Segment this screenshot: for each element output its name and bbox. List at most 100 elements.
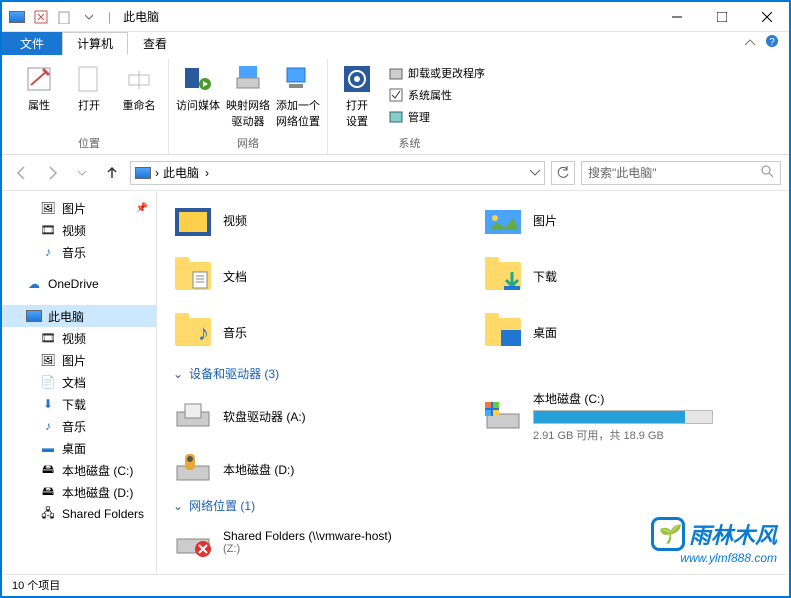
properties-button[interactable]: 属性 (16, 63, 62, 113)
network-drive-z[interactable]: Shared Folders (\\vmware-host) (Z:) (173, 522, 423, 562)
music-icon: ♪ (40, 419, 56, 433)
search-icon (760, 164, 774, 181)
desktop-icon: ▬ (40, 441, 56, 455)
open-settings-button[interactable]: 打开 设置 (334, 63, 380, 129)
status-bar: 10 个项目 (4, 574, 787, 594)
address-dropdown-icon[interactable] (530, 166, 540, 180)
rename-button[interactable]: 重命名 (116, 63, 162, 113)
folder-downloads[interactable]: 下载 (483, 251, 733, 301)
drive-c-label: 本地磁盘 (C:) (533, 390, 733, 407)
svg-text:?: ? (769, 37, 775, 48)
close-button[interactable] (744, 2, 789, 32)
content-pane[interactable]: 视频 图片 文档 下载 ♪音乐 桌面 ⌄设备和驱动器 (3) 软盘驱动器 (A:… (157, 191, 789, 577)
item-count: 10 个项目 (12, 577, 60, 593)
floppy-icon (173, 397, 213, 437)
manage-button[interactable]: 管理 (388, 107, 485, 127)
nav-recent-dropdown[interactable] (70, 161, 94, 185)
folder-documents[interactable]: 文档 (173, 251, 423, 301)
nav-item-drive-c[interactable]: 🖴本地磁盘 (C:) (2, 459, 156, 481)
drive-c-usage-text: 2.91 GB 可用，共 18.9 GB (533, 427, 733, 443)
nav-item-desktop[interactable]: ▬桌面 (2, 437, 156, 459)
navigation-pane[interactable]: 🖼图片📌 🎞视频 ♪音乐 ☁OneDrive 此电脑 🎞视频 🖼图片 📄文档 ⬇… (2, 191, 157, 577)
shared-folder-letter: (Z:) (223, 543, 423, 555)
map-drive-button[interactable]: 映射网络 驱动器 (225, 63, 271, 129)
access-media-button[interactable]: 访问媒体 (175, 63, 221, 113)
group-label-system: 系统 (399, 132, 421, 154)
folder-pictures[interactable]: 图片 (483, 195, 733, 245)
ribbon-group-location: 属性 打开 重命名 位置 (10, 59, 169, 154)
properties-icon (23, 63, 55, 95)
nav-item-downloads[interactable]: ⬇下载 (2, 393, 156, 415)
nav-up-button[interactable] (100, 161, 124, 185)
help-icon[interactable]: ? (765, 34, 779, 53)
uninstall-programs-button[interactable]: 卸载或更改程序 (388, 63, 485, 83)
tab-computer[interactable]: 计算机 (62, 32, 128, 55)
collapse-ribbon-icon[interactable] (745, 35, 755, 53)
nav-item-music-2[interactable]: ♪音乐 (2, 415, 156, 437)
music-icon: ♪ (40, 245, 56, 259)
nav-back-button[interactable] (10, 161, 34, 185)
network-drive-icon: 🖧 (40, 507, 56, 521)
group-header-network[interactable]: ⌄网络位置 (1) (173, 497, 773, 514)
drive-c[interactable]: 本地磁盘 (C:) 2.91 GB 可用，共 18.9 GB (483, 390, 733, 443)
folder-music[interactable]: ♪音乐 (173, 307, 423, 357)
watermark: 🌱 雨林木风 www.ylmf888.com (651, 517, 777, 551)
folder-videos[interactable]: 视频 (173, 195, 423, 245)
uninstall-icon (388, 66, 404, 80)
system-properties-icon (388, 88, 404, 102)
breadcrumb-this-pc[interactable]: 此电脑› (163, 164, 209, 181)
tab-view[interactable]: 查看 (128, 32, 182, 55)
drive-icon: 🖴 (40, 463, 56, 477)
tab-file[interactable]: 文件 (2, 32, 62, 55)
ribbon: 属性 打开 重命名 位置 访问媒体 映射网络 驱动器 (2, 55, 789, 155)
drive-c-usage-bar (533, 410, 713, 424)
drive-d[interactable]: 本地磁盘 (D:) (173, 449, 423, 489)
documents-icon: 📄 (40, 375, 56, 389)
nav-forward-button[interactable] (40, 161, 64, 185)
pin-icon: 📌 (136, 203, 148, 214)
nav-item-music[interactable]: ♪音乐 (2, 241, 156, 263)
qat-new-folder-icon[interactable] (54, 6, 76, 28)
watermark-url: www.ylmf888.com (680, 551, 777, 565)
refresh-button[interactable] (551, 161, 575, 185)
nav-item-documents[interactable]: 📄文档 (2, 371, 156, 393)
qat-dropdown-icon[interactable] (78, 6, 100, 28)
watermark-logo: 🌱 (651, 517, 685, 551)
network-drive-icon (173, 522, 213, 562)
open-button[interactable]: 打开 (66, 63, 112, 113)
window-title: 此电脑 (123, 8, 159, 25)
system-properties-button[interactable]: 系统属性 (388, 85, 485, 105)
qat-properties-icon[interactable] (30, 6, 52, 28)
maximize-button[interactable] (699, 2, 744, 32)
add-location-button[interactable]: 添加一个 网络位置 (275, 63, 321, 129)
search-placeholder: 搜索"此电脑" (588, 164, 657, 181)
folder-icon (173, 256, 213, 296)
nav-item-this-pc[interactable]: 此电脑 (2, 305, 156, 327)
ribbon-group-system: 打开 设置 卸载或更改程序 系统属性 管理 系统 (328, 59, 491, 154)
group-header-devices[interactable]: ⌄设备和驱动器 (3) (173, 365, 773, 382)
drive-a[interactable]: 软盘驱动器 (A:) (173, 390, 423, 443)
folder-icon (483, 256, 523, 296)
chevron-down-icon: ⌄ (173, 367, 183, 381)
downloads-icon: ⬇ (40, 397, 56, 411)
address-box[interactable]: › 此电脑› (130, 161, 545, 185)
nav-item-shared-folders[interactable]: 🖧Shared Folders (2, 503, 156, 525)
breadcrumb-separator[interactable]: › (155, 166, 159, 180)
settings-icon (341, 63, 373, 95)
minimize-button[interactable] (654, 2, 699, 32)
nav-item-pictures-2[interactable]: 🖼图片 (2, 349, 156, 371)
folder-icon (173, 200, 213, 240)
nav-item-pictures[interactable]: 🖼图片📌 (2, 197, 156, 219)
window-controls (654, 2, 789, 32)
nav-item-videos[interactable]: 🎞视频 (2, 219, 156, 241)
app-icon[interactable] (6, 6, 28, 28)
media-icon (182, 63, 214, 95)
ribbon-group-network: 访问媒体 映射网络 驱动器 添加一个 网络位置 网络 (169, 59, 328, 154)
search-input[interactable]: 搜索"此电脑" (581, 161, 781, 185)
nav-item-drive-d[interactable]: 🖴本地磁盘 (D:) (2, 481, 156, 503)
titlebar: | 此电脑 (2, 2, 789, 32)
folder-desktop[interactable]: 桌面 (483, 307, 733, 357)
nav-item-onedrive[interactable]: ☁OneDrive (2, 273, 156, 295)
nav-item-videos-2[interactable]: 🎞视频 (2, 327, 156, 349)
map-drive-icon (232, 63, 264, 95)
